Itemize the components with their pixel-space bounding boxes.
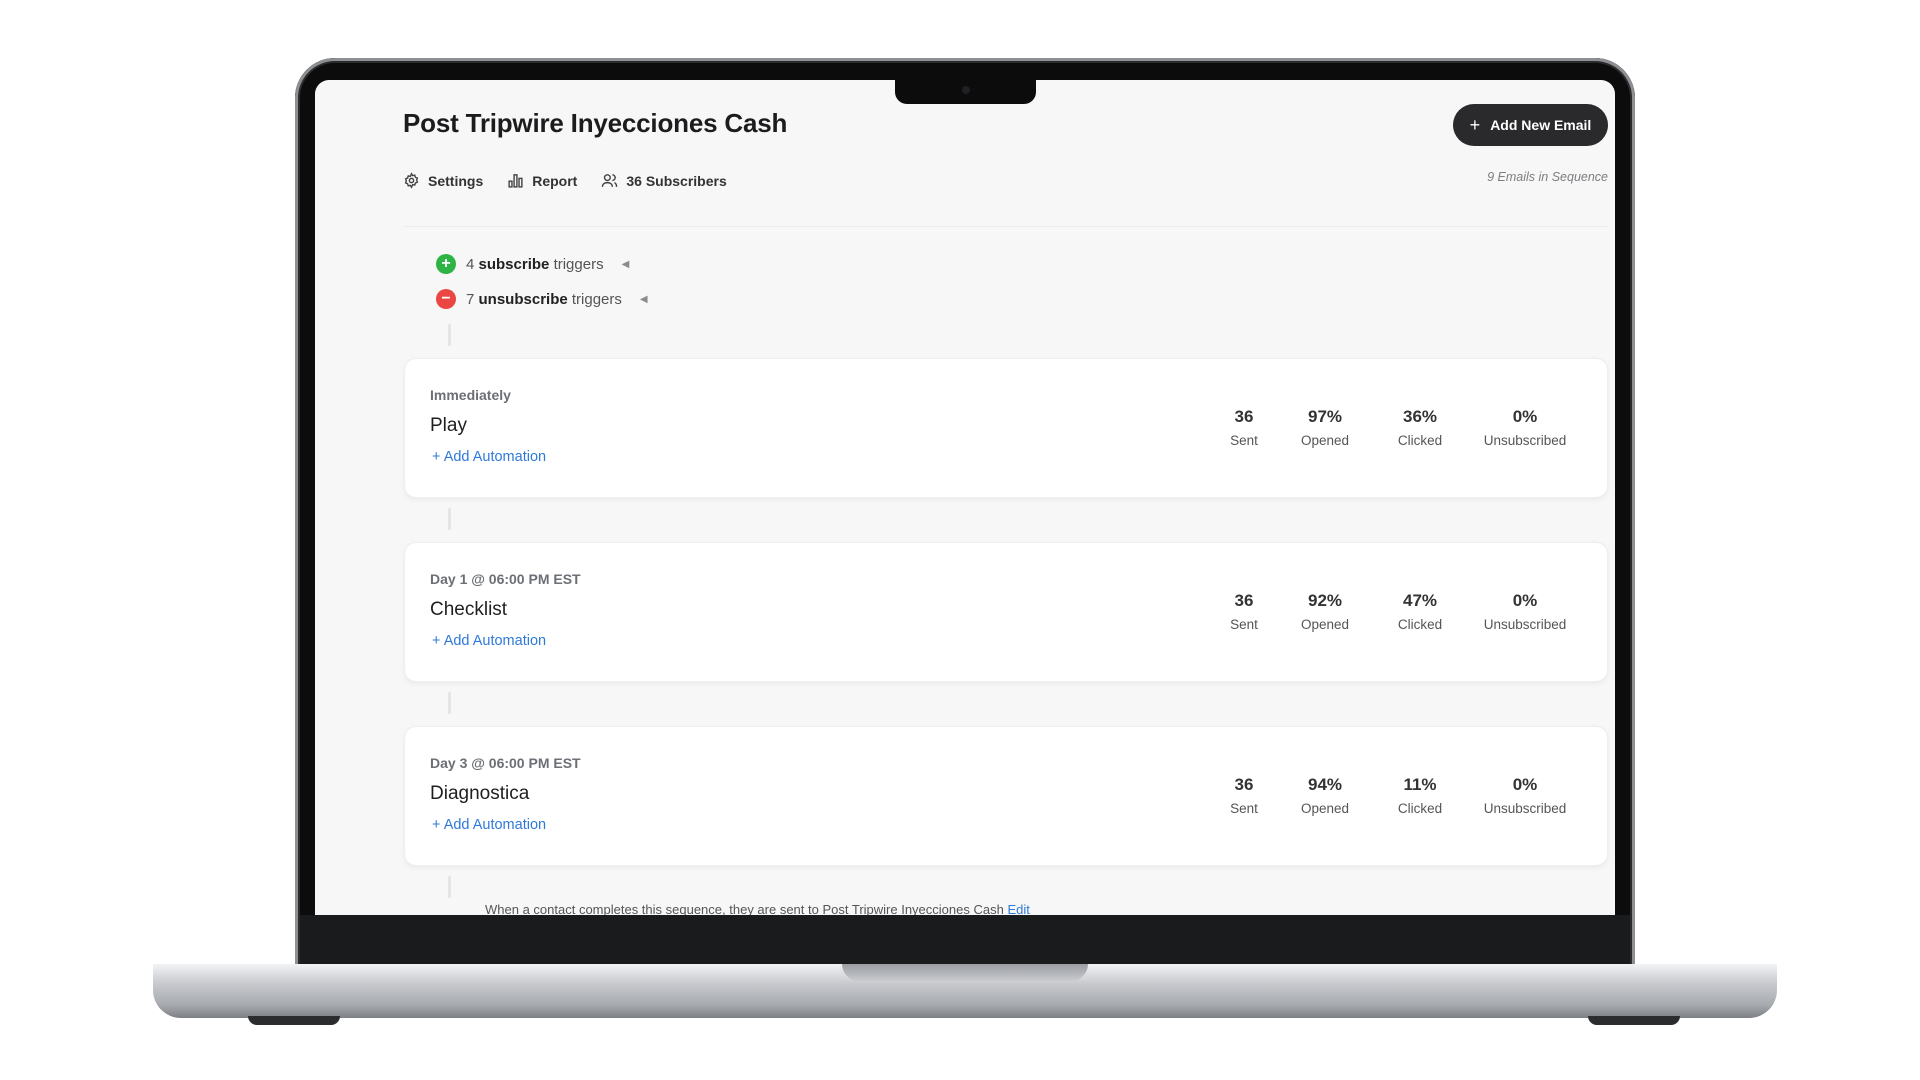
stat-unsubscribed: 0% Unsubscribed [1483,407,1567,448]
laptop-foot [248,1016,340,1025]
sequence-page: Post Tripwire Inyecciones Cash + Add New… [315,80,1615,915]
flow-connector [448,508,451,530]
add-automation-link[interactable]: + Add Automation [432,817,546,833]
unsubscribe-triggers-text: 7 unsubscribe triggers [466,290,622,308]
laptop-chin [300,915,1630,965]
stat-clicked: 47% Clicked [1397,591,1443,632]
subscribers-label: 36 Subscribers [626,172,727,189]
stat-clicked: 11% Clicked [1397,775,1443,816]
email-stats: 36 Sent 92% Opened 47% Clicked 0% Unsubscrib… [1211,591,1583,632]
settings-link[interactable]: Settings [403,172,483,189]
flow-connector [448,876,451,898]
stat-sent: 36 Sent [1230,407,1258,448]
email-stats: 36 Sent 97% Opened 36% Clicked 0% Unsubscrib… [1211,407,1583,448]
add-automation-link[interactable]: + Add Automation [432,633,546,649]
flow-connector [448,692,451,714]
camera-icon [962,86,970,94]
email-name[interactable]: Checklist [430,599,507,621]
subscribers-link[interactable]: 36 Subscribers [601,172,727,189]
email-card[interactable]: Immediately Play + Add Automation 36 Sent… [404,358,1608,498]
users-icon [602,174,618,187]
add-new-email-button[interactable]: + Add New Email [1453,104,1608,146]
email-stats: 36 Sent 94% Opened 11% Clicked 0% Unsubscrib… [1211,775,1583,816]
report-label: Report [532,172,578,189]
stat-opened: 92% Opened [1300,591,1350,632]
stat-opened: 97% Opened [1300,407,1350,448]
sequence-completion-note: When a contact completes this sequence, … [485,902,1030,915]
caret-left-icon: ◀ [621,258,630,270]
plus-circle-icon: + [436,254,456,274]
laptop-foot [1588,1016,1680,1025]
email-name[interactable]: Diagnostica [430,783,529,805]
unsubscribe-triggers-toggle[interactable]: − 7 unsubscribe triggers ◀ [436,289,648,309]
email-card[interactable]: Day 3 @ 06:00 PM EST Diagnostica + Add A… [404,726,1608,866]
stat-unsubscribed: 0% Unsubscribed [1483,775,1567,816]
laptop-base-notch [842,964,1088,981]
subscribe-triggers-text: 4 subscribe triggers [466,255,604,273]
stat-sent: 36 Sent [1230,775,1258,816]
email-timing: Day 1 @ 06:00 PM EST [430,571,581,587]
sequence-nav: Settings Report 36 Subscribers [403,172,727,189]
page-title: Post Tripwire Inyecciones Cash [403,108,788,138]
email-name[interactable]: Play [430,415,467,437]
minus-circle-icon: − [436,289,456,309]
add-automation-link[interactable]: + Add Automation [432,449,546,465]
email-card[interactable]: Day 1 @ 06:00 PM EST Checklist + Add Aut… [404,542,1608,682]
report-link[interactable]: Report [507,172,577,189]
plus-icon: + [1469,115,1481,135]
sequence-count: 9 Emails in Sequence [1487,170,1608,184]
stat-sent: 36 Sent [1230,591,1258,632]
laptop-screen: Post Tripwire Inyecciones Cash + Add New… [315,80,1615,915]
add-new-email-label: Add New Email [1490,117,1592,133]
bar-chart-icon [508,174,523,188]
subscribe-triggers-toggle[interactable]: + 4 subscribe triggers ◀ [436,254,629,274]
gear-icon [404,172,419,189]
email-timing: Immediately [430,387,511,403]
flow-connector [448,324,451,346]
stat-clicked: 36% Clicked [1397,407,1443,448]
email-timing: Day 3 @ 06:00 PM EST [430,755,581,771]
edit-link[interactable]: Edit [1007,902,1029,915]
caret-left-icon: ◀ [639,293,648,305]
header-divider [403,226,1608,227]
settings-label: Settings [428,172,484,189]
stat-opened: 94% Opened [1300,775,1350,816]
stat-unsubscribed: 0% Unsubscribed [1483,591,1567,632]
